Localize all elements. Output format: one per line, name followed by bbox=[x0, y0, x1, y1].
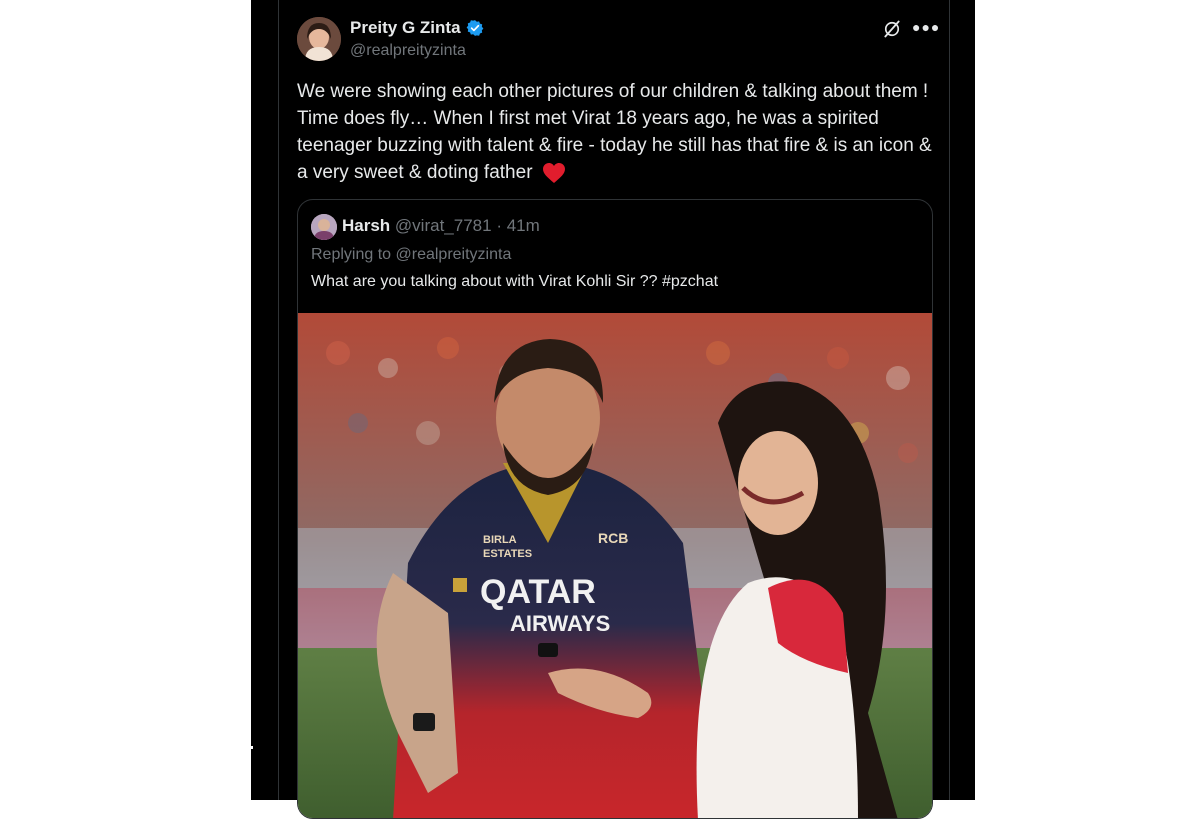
quote-separator: · bbox=[496, 216, 502, 235]
quote-author-name[interactable]: Harsh bbox=[342, 216, 390, 235]
quote-author-handle[interactable]: @virat_7781 bbox=[395, 216, 492, 235]
author-avatar[interactable] bbox=[297, 17, 341, 61]
quote-replying-to: Replying to @realpreityzinta bbox=[311, 246, 512, 263]
quote-photo[interactable]: BIRLA ESTATES RCB QATAR AIRWAYS bbox=[298, 313, 932, 818]
author-name-row: Preity G Zinta bbox=[350, 18, 484, 38]
quote-time[interactable]: 41m bbox=[507, 216, 540, 235]
quote-header: Harsh @virat_7781 · 41m bbox=[342, 216, 540, 236]
heart-emoji bbox=[542, 162, 565, 183]
tweet-text: We were showing each other pictures of o… bbox=[297, 78, 932, 186]
author-name[interactable]: Preity G Zinta bbox=[350, 18, 461, 38]
quote-text: What are you talking about with Virat Ko… bbox=[311, 273, 719, 290]
jersey-logo: RCB bbox=[598, 530, 628, 546]
tweet-body: We were showing each other pictures of o… bbox=[297, 81, 932, 183]
more-icon[interactable]: ●●● bbox=[912, 17, 939, 37]
edge-mark bbox=[250, 746, 253, 749]
verified-badge-icon bbox=[466, 20, 483, 36]
quoted-tweet[interactable]: Harsh @virat_7781 · 41m Replying to @rea… bbox=[297, 199, 933, 819]
jersey-badge-line2: ESTATES bbox=[483, 548, 532, 560]
grok-icon[interactable] bbox=[882, 19, 902, 39]
jersey-sponsor-line1: QATAR bbox=[480, 573, 596, 611]
author-handle[interactable]: @realpreityzinta bbox=[350, 42, 466, 60]
jersey-badge-line1: BIRLA bbox=[483, 534, 517, 546]
jersey-sponsor-line2: AIRWAYS bbox=[510, 611, 610, 636]
quote-author-avatar[interactable] bbox=[311, 214, 337, 240]
